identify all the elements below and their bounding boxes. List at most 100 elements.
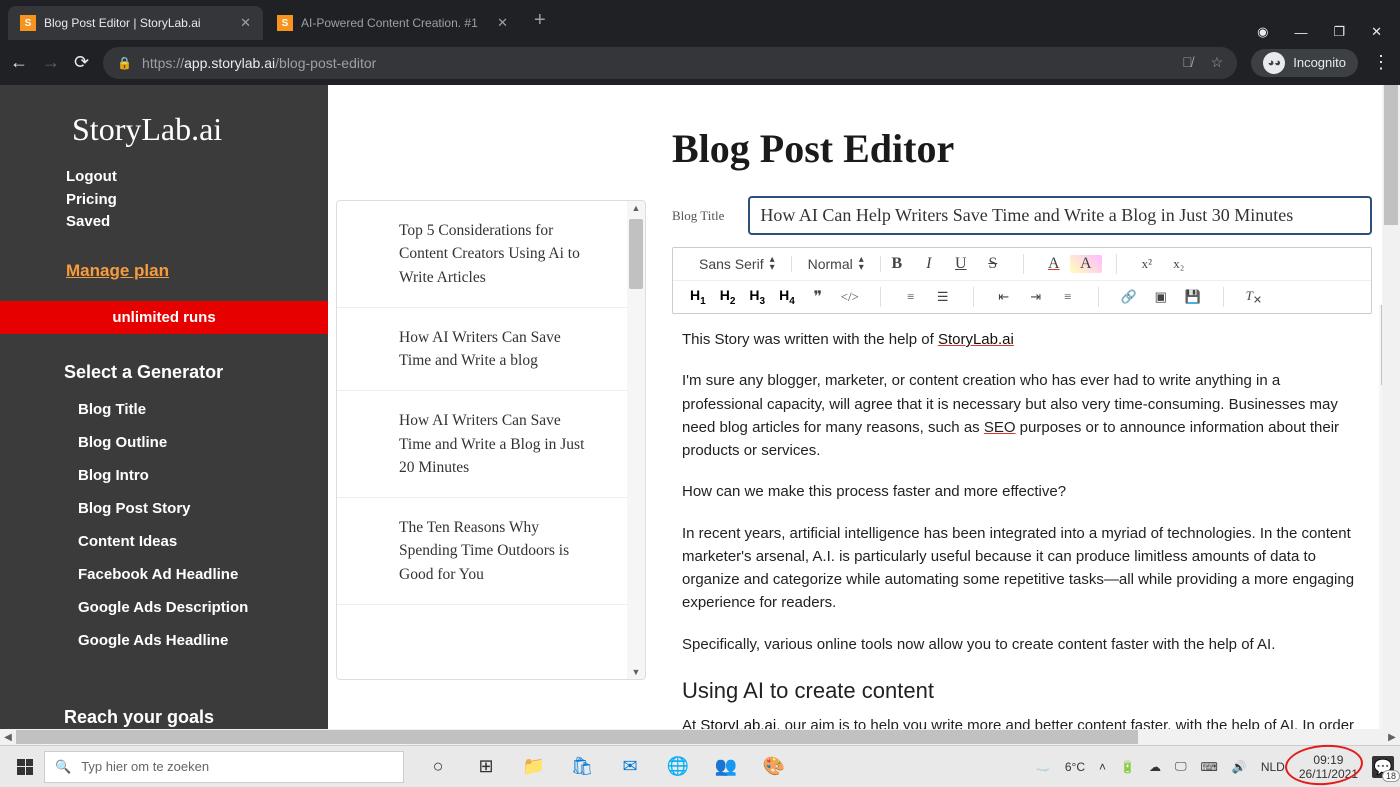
content-link-storylab[interactable]: StoryLab.ai	[700, 717, 776, 729]
generator-google-ads-desc[interactable]: Google Ads Description	[78, 591, 328, 624]
generator-facebook-ad[interactable]: Facebook Ad Headline	[78, 558, 328, 591]
indent-button[interactable]: ⇥	[1020, 289, 1052, 305]
incognito-badge[interactable]: ◕◕ Incognito	[1251, 49, 1358, 77]
generator-google-ads-head[interactable]: Google Ads Headline	[78, 624, 328, 657]
maximize-icon[interactable]: ❐	[1333, 24, 1345, 40]
outdent-button[interactable]: ⇤	[988, 289, 1020, 305]
tray-keyboard-icon[interactable]: ⌨	[1201, 760, 1218, 774]
tray-clock[interactable]: 09:19 26/11/2021	[1299, 753, 1358, 781]
editor-content[interactable]: This Story was written with the help of …	[672, 314, 1372, 729]
italic-button[interactable]: I	[913, 255, 945, 273]
sidebar-link-pricing[interactable]: Pricing	[66, 189, 328, 212]
scroll-right-icon[interactable]: ▶	[1384, 732, 1400, 743]
sidebar-link-logout[interactable]: Logout	[66, 166, 328, 189]
content-link-storylab[interactable]: StoryLab.ai	[938, 331, 1014, 348]
teams-icon[interactable]: 👥	[712, 753, 740, 781]
subscript-button[interactable]: x₂	[1163, 256, 1195, 272]
content-link-seo[interactable]: SEO	[984, 419, 1016, 436]
suggestion-item[interactable]: The Ten Reasons Why Spending Time Outdoo…	[337, 498, 645, 605]
suggestion-item[interactable]: How AI Writers Can Save Time and Write a…	[337, 391, 645, 498]
tracking-icon[interactable]: 👁̸	[1182, 54, 1193, 71]
align-button[interactable]: ≡	[1052, 289, 1084, 305]
editor-toolbar: Sans Serif▴▾ Normal▴▾ B I U S A A x² x₂ …	[672, 247, 1372, 314]
tab-active[interactable]: S Blog Post Editor | StoryLab.ai ✕	[8, 6, 263, 40]
new-tab-button[interactable]: +	[522, 9, 558, 32]
mail-icon[interactable]: ✉	[616, 753, 644, 781]
image-button[interactable]: ▣	[1145, 289, 1177, 305]
cortana-icon[interactable]: ○	[424, 753, 452, 781]
page-scrollbar[interactable]	[1382, 85, 1400, 729]
underline-button[interactable]: U	[945, 255, 977, 273]
scrollbar-thumb[interactable]	[1384, 85, 1398, 225]
tab-inactive[interactable]: S AI-Powered Content Creation. #1 ✕	[265, 6, 520, 40]
tab-close-icon[interactable]: ✕	[240, 15, 251, 31]
notifications-button[interactable]: 💬18	[1372, 756, 1394, 778]
generator-blog-title[interactable]: Blog Title	[78, 393, 328, 426]
generator-content-ideas[interactable]: Content Ideas	[78, 525, 328, 558]
superscript-button[interactable]: x²	[1131, 256, 1163, 272]
bg-color-button[interactable]: A	[1070, 255, 1102, 273]
tray-display-icon[interactable]: 🖵	[1175, 759, 1187, 774]
back-button[interactable]: ←	[10, 52, 28, 73]
weather-temp[interactable]: 6°C	[1065, 760, 1085, 774]
tray-battery-icon[interactable]: 🔋	[1120, 760, 1135, 774]
clear-format-button[interactable]: T✕	[1238, 288, 1270, 307]
search-placeholder: Typ hier om te zoeken	[81, 759, 209, 774]
windows-icon	[17, 759, 33, 775]
scrollbar-thumb[interactable]	[629, 219, 643, 289]
paint-icon[interactable]: 🎨	[760, 753, 788, 781]
ol-button[interactable]: ≡	[895, 289, 927, 305]
tray-onedrive-icon[interactable]: ☁	[1149, 760, 1161, 774]
scroll-left-icon[interactable]: ◀	[0, 732, 16, 743]
suggestion-item[interactable]: How AI Writers Can Save Time and Write a…	[337, 308, 645, 392]
strike-button[interactable]: S	[977, 255, 1009, 273]
h2-button[interactable]: H2	[713, 287, 743, 307]
sidebar-link-saved[interactable]: Saved	[66, 211, 328, 234]
horizontal-scrollbar[interactable]: ◀ ▶	[0, 729, 1400, 745]
tray-chevron-icon[interactable]: ˄	[1099, 760, 1106, 774]
h1-button[interactable]: H1	[683, 287, 713, 307]
tray-volume-icon[interactable]: 🔊	[1232, 760, 1247, 774]
star-icon[interactable]: ☆	[1211, 54, 1224, 71]
font-family-select[interactable]: Sans Serif▴▾	[683, 256, 792, 272]
explorer-icon[interactable]: 📁	[520, 753, 548, 781]
start-button[interactable]	[6, 752, 44, 782]
reload-button[interactable]: ⟳	[74, 52, 89, 73]
sidebar-link-manage-plan[interactable]: Manage plan	[66, 258, 328, 284]
text-color-button[interactable]: A	[1038, 255, 1070, 273]
suggestions-scrollbar[interactable]: ▲ ▼	[627, 201, 645, 679]
generator-blog-outline[interactable]: Blog Outline	[78, 426, 328, 459]
minimize-icon[interactable]: —	[1294, 25, 1307, 40]
chrome-avatar-icon[interactable]: ◉	[1257, 24, 1268, 40]
ul-button[interactable]: ☰	[927, 289, 959, 305]
generator-blog-post-story[interactable]: Blog Post Story	[78, 492, 328, 525]
taskbar-search[interactable]: 🔍 Typ hier om te zoeken	[44, 751, 404, 783]
store-icon[interactable]: 🛍	[568, 753, 596, 781]
h4-button[interactable]: H4	[772, 287, 802, 307]
generator-blog-intro[interactable]: Blog Intro	[78, 459, 328, 492]
chrome-icon[interactable]: 🌐	[664, 753, 692, 781]
tray-language[interactable]: NLD	[1261, 760, 1285, 774]
tab-close-icon[interactable]: ✕	[497, 15, 508, 31]
font-size-select[interactable]: Normal▴▾	[792, 256, 881, 272]
suggestion-item[interactable]: Top 5 Considerations for Content Creator…	[337, 201, 645, 308]
close-icon[interactable]: ✕	[1371, 24, 1382, 40]
quote-button[interactable]: ❞	[802, 287, 834, 307]
menu-button[interactable]: ⋮	[1372, 52, 1390, 73]
code-button[interactable]: </>	[834, 289, 866, 305]
link-button[interactable]: 🔗	[1113, 289, 1145, 305]
app-body: StoryLab.ai Logout Pricing Saved Manage …	[0, 85, 1400, 729]
incognito-icon: ◕◕	[1263, 52, 1285, 74]
save-icon[interactable]: 💾	[1177, 289, 1209, 305]
url-text: https://app.storylab.ai/blog-post-editor	[142, 55, 376, 71]
forward-button[interactable]: →	[42, 52, 60, 73]
logo[interactable]: StoryLab.ai	[0, 111, 328, 166]
browser-chrome: S Blog Post Editor | StoryLab.ai ✕ S AI-…	[0, 0, 1400, 85]
blog-title-input[interactable]	[748, 196, 1372, 235]
task-view-icon[interactable]: ⊞	[472, 753, 500, 781]
bold-button[interactable]: B	[881, 255, 913, 273]
scrollbar-thumb[interactable]	[16, 730, 1138, 744]
weather-icon[interactable]: ☁️	[1036, 760, 1051, 774]
h3-button[interactable]: H3	[742, 287, 772, 307]
address-bar[interactable]: 🔒 https://app.storylab.ai/blog-post-edit…	[103, 47, 1237, 79]
